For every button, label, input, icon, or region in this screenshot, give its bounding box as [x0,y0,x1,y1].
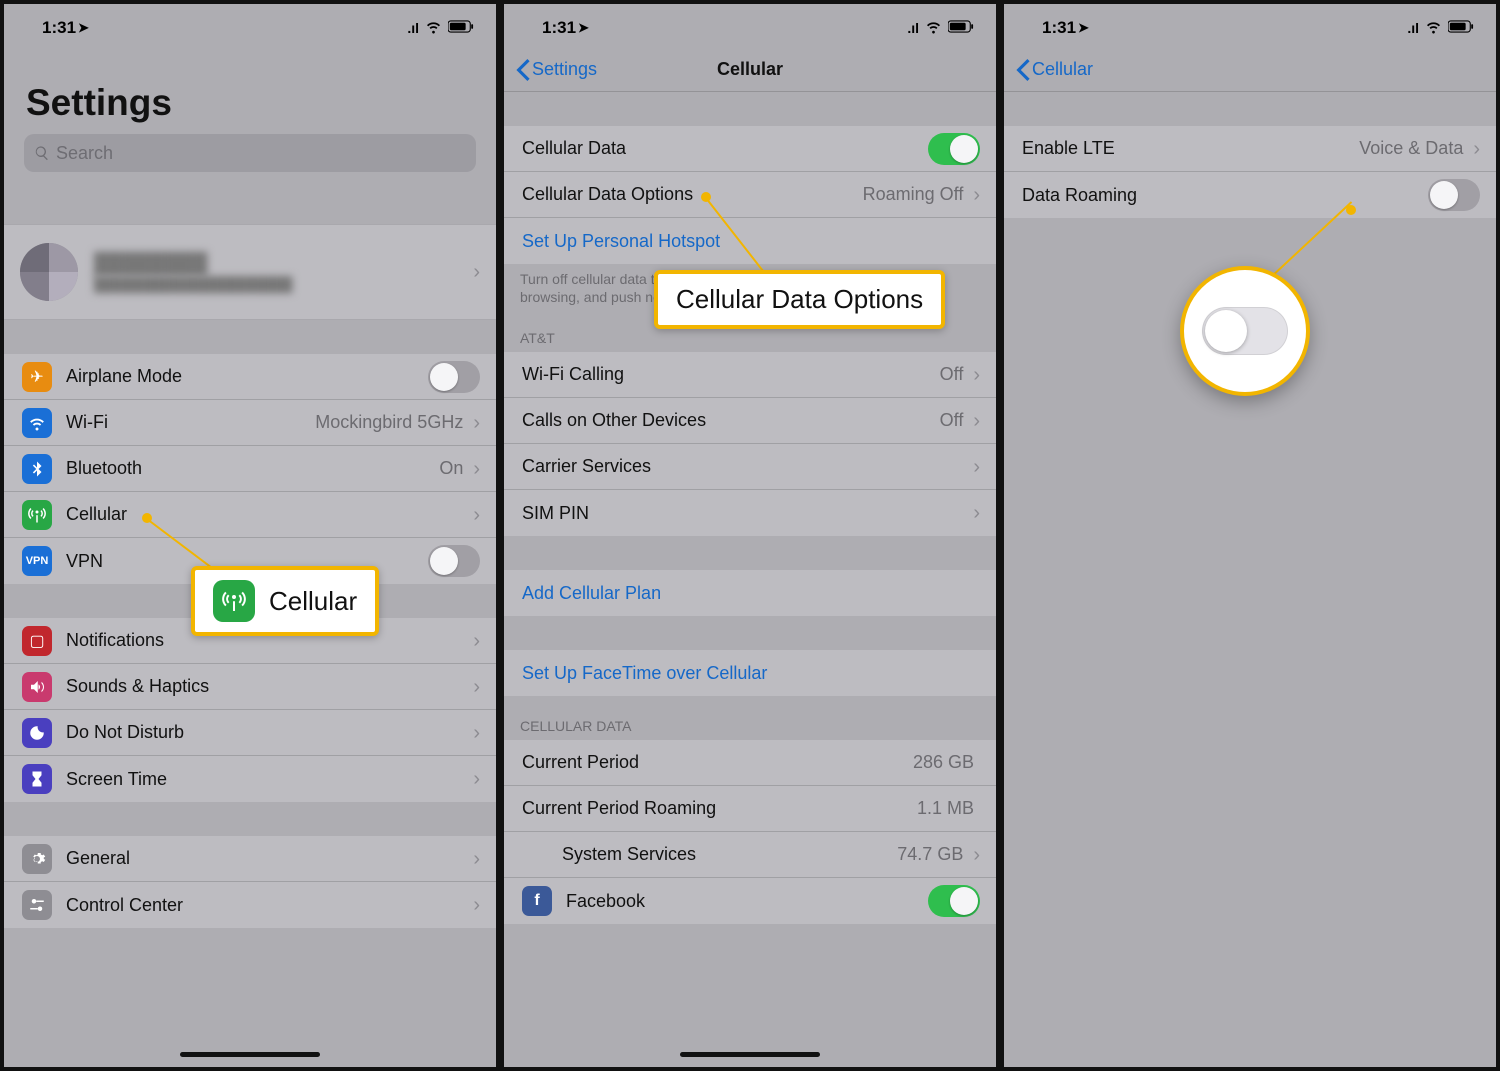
cellular-data-options-row[interactable]: Cellular Data Options Roaming Off › [504,172,996,218]
back-button[interactable]: Cellular [1016,59,1093,81]
vpn-icon: VPN [22,546,52,576]
chevron-icon: › [473,262,480,282]
status-icons: .ıl [1407,18,1474,38]
chevron-icon: › [473,849,480,869]
airplane-mode-row[interactable]: ✈ Airplane Mode [4,354,496,400]
other-devices-row[interactable]: Calls on Other Devices Off › [504,398,996,444]
bluetooth-row[interactable]: Bluetooth On › [4,446,496,492]
personal-hotspot-row[interactable]: Set Up Personal Hotspot [504,218,996,264]
chevron-icon: › [473,459,480,479]
home-indicator [680,1052,820,1057]
dnd-row[interactable]: Do Not Disturb › [4,710,496,756]
cellular-data-toggle[interactable] [928,133,980,165]
status-icons: .ıl [907,18,974,38]
status-bar: 1:31 ➤ .ıl [1004,4,1496,48]
chevron-icon: › [973,845,980,865]
system-services-row[interactable]: System Services 74.7 GB › [504,832,996,878]
signal-icon: .ıl [1407,20,1419,36]
callout-options: Cellular Data Options [654,270,945,329]
chevron-icon: › [473,895,480,915]
callout-cellular: Cellular [191,566,379,636]
status-bar: 1:31 ➤ .ıl [4,4,496,48]
chevron-icon: › [473,505,480,525]
home-indicator [180,1052,320,1057]
cellular-options-screen: 1:31 ➤ .ıl Cellular Enable LTE Voice & D… [1000,0,1500,1071]
chevron-icon: › [473,769,480,789]
facebook-app-row[interactable]: f Facebook [504,878,996,924]
bluetooth-icon [22,454,52,484]
profile-name: ████████ [94,253,453,276]
chevron-icon: › [473,413,480,433]
chevron-icon: › [1473,139,1480,159]
current-period-row: Current Period 286 GB [504,740,996,786]
data-roaming-row[interactable]: Data Roaming [1004,172,1496,218]
add-plan-row[interactable]: Add Cellular Plan [504,570,996,616]
sounds-icon [22,672,52,702]
chevron-icon: › [473,677,480,697]
airplane-icon: ✈ [22,362,52,392]
wifi-calling-row[interactable]: Wi-Fi Calling Off › [504,352,996,398]
moon-icon [22,718,52,748]
battery-icon [448,20,474,36]
data-roaming-toggle[interactable] [1428,179,1480,211]
apple-id-row[interactable]: ████████ ████████████████████ › [4,224,496,320]
signal-icon: .ıl [407,20,419,36]
gear-icon [22,844,52,874]
battery-icon [1448,20,1474,36]
roaming-period-row: Current Period Roaming 1.1 MB [504,786,996,832]
signal-icon: .ıl [907,20,919,36]
cellular-data-header: CELLULAR DATA [504,696,996,740]
chevron-icon: › [973,365,980,385]
wifi-icon [22,408,52,438]
status-time: 1:31 [1042,18,1076,38]
settings-screen: 1:31 ➤ .ıl Settings Search ████████ ████… [0,0,500,1071]
sliders-icon [22,890,52,920]
location-icon: ➤ [1078,20,1089,36]
chevron-icon: › [473,723,480,743]
wifi-row[interactable]: Wi-Fi Mockingbird 5GHz › [4,400,496,446]
enable-lte-row[interactable]: Enable LTE Voice & Data › [1004,126,1496,172]
wifi-icon [1425,18,1442,38]
wifi-icon [925,18,942,38]
vpn-toggle[interactable] [428,545,480,577]
avatar [20,243,78,301]
cellular-screen: 1:31 ➤ .ıl Settings Cellular Cellular Da… [500,0,1000,1071]
cellular-icon [213,580,255,622]
facetime-setup-row[interactable]: Set Up FaceTime over Cellular [504,650,996,696]
chevron-icon: › [973,411,980,431]
carrier-services-row[interactable]: Carrier Services › [504,444,996,490]
hourglass-icon [22,764,52,794]
toggle-off-icon [1202,307,1288,355]
status-time: 1:31 [42,18,76,38]
status-icons: .ıl [407,18,474,38]
location-icon: ➤ [578,20,589,36]
page-title: Settings [4,48,496,134]
screen-time-row[interactable]: Screen Time › [4,756,496,802]
status-time: 1:31 [542,18,576,38]
back-button[interactable]: Settings [516,59,597,81]
location-icon: ➤ [78,20,89,36]
cellular-data-row[interactable]: Cellular Data [504,126,996,172]
search-input[interactable]: Search [24,134,476,172]
wifi-icon [425,18,442,38]
chevron-icon: › [973,185,980,205]
cellular-row[interactable]: Cellular › [4,492,496,538]
chevron-icon: › [973,503,980,523]
notifications-icon: ▢ [22,626,52,656]
facebook-toggle[interactable] [928,885,980,917]
sounds-row[interactable]: Sounds & Haptics › [4,664,496,710]
battery-icon [948,20,974,36]
search-placeholder: Search [56,143,113,164]
general-row[interactable]: General › [4,836,496,882]
status-bar: 1:31 ➤ .ıl [504,4,996,48]
chevron-icon: › [473,631,480,651]
airplane-toggle[interactable] [428,361,480,393]
callout-toggle [1180,266,1310,396]
facebook-icon: f [522,886,552,916]
sim-pin-row[interactable]: SIM PIN › [504,490,996,536]
chevron-icon: › [973,457,980,477]
cellular-icon [22,500,52,530]
control-center-row[interactable]: Control Center › [4,882,496,928]
profile-subtitle: ████████████████████ [94,276,453,292]
